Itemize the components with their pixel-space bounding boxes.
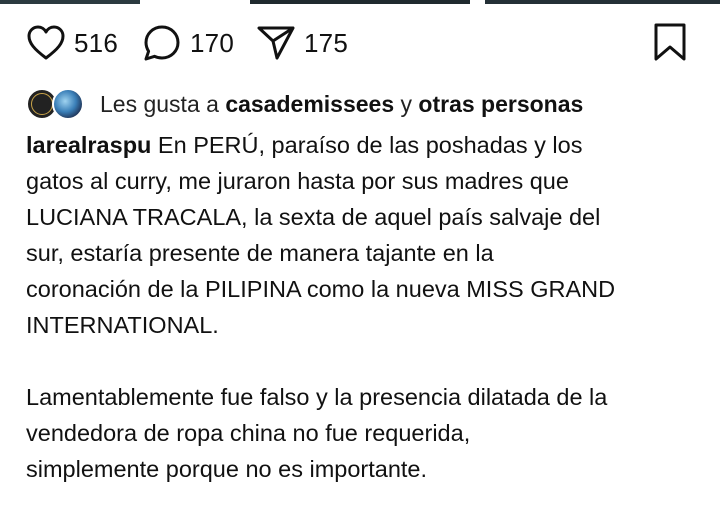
like-button[interactable]: 516 — [26, 20, 118, 66]
media-strip — [250, 0, 470, 4]
share-count[interactable]: 175 — [304, 28, 348, 59]
save-button[interactable] — [652, 22, 688, 67]
post-caption: larealraspu En PERÚ, paraíso de las posh… — [26, 127, 706, 487]
heart-outline-icon — [26, 24, 66, 62]
like-count[interactable]: 516 — [74, 28, 118, 59]
comment-count[interactable]: 170 — [190, 28, 234, 59]
caption-text: En PERÚ, paraíso de las poshadas y los — [151, 132, 583, 158]
comment-bubble-icon — [142, 23, 182, 63]
comment-button[interactable]: 170 — [142, 20, 234, 66]
caption-line: coronación de la PILIPINA como la nueva … — [26, 276, 616, 302]
media-strip — [0, 0, 140, 4]
media-bottom-edge — [0, 0, 720, 4]
caption-paragraph-1: larealraspu En PERÚ, paraíso de las posh… — [26, 127, 706, 343]
share-button[interactable]: 175 — [256, 20, 348, 66]
caption-line: larealraspu En PERÚ, paraíso de las posh… — [26, 127, 706, 163]
caption-paragraph-2: Lamentablemente fue falso y la presencia… — [26, 379, 706, 487]
liker-avatars[interactable] — [26, 87, 86, 121]
caption-line: gatos al curry, me juraron hasta por sus… — [26, 168, 569, 194]
liked-by-row[interactable]: Les gusta a casademissees y otras person… — [26, 86, 583, 122]
author-username-link[interactable]: larealraspu — [26, 132, 151, 158]
post-actions-bar: 516 170 175 — [0, 20, 720, 66]
caption-line: INTERNATIONAL. — [26, 312, 219, 338]
caption-line: sur, estaría presente de manera tajante … — [26, 240, 494, 266]
caption-line: LUCIANA TRACALA, la sexta de aquel país … — [26, 204, 601, 230]
liker-username-link[interactable]: casademissees — [225, 91, 394, 117]
liked-by-prefix: Les gusta a — [100, 90, 226, 117]
caption-line: Lamentablemente fue falso y la presencia… — [26, 384, 608, 410]
liked-by-text: Les gusta a casademissees y otras person… — [100, 91, 583, 118]
bookmark-icon — [652, 23, 688, 66]
avatar[interactable] — [52, 88, 84, 120]
caption-line: vendedora de ropa china no fue requerida… — [26, 420, 471, 446]
media-strip — [485, 0, 720, 4]
caption-line: simplemente porque no es importante. — [26, 456, 428, 482]
paper-plane-icon — [256, 24, 296, 62]
liked-by-connector: y — [394, 90, 419, 117]
other-likers-link[interactable]: otras personas — [418, 91, 583, 117]
